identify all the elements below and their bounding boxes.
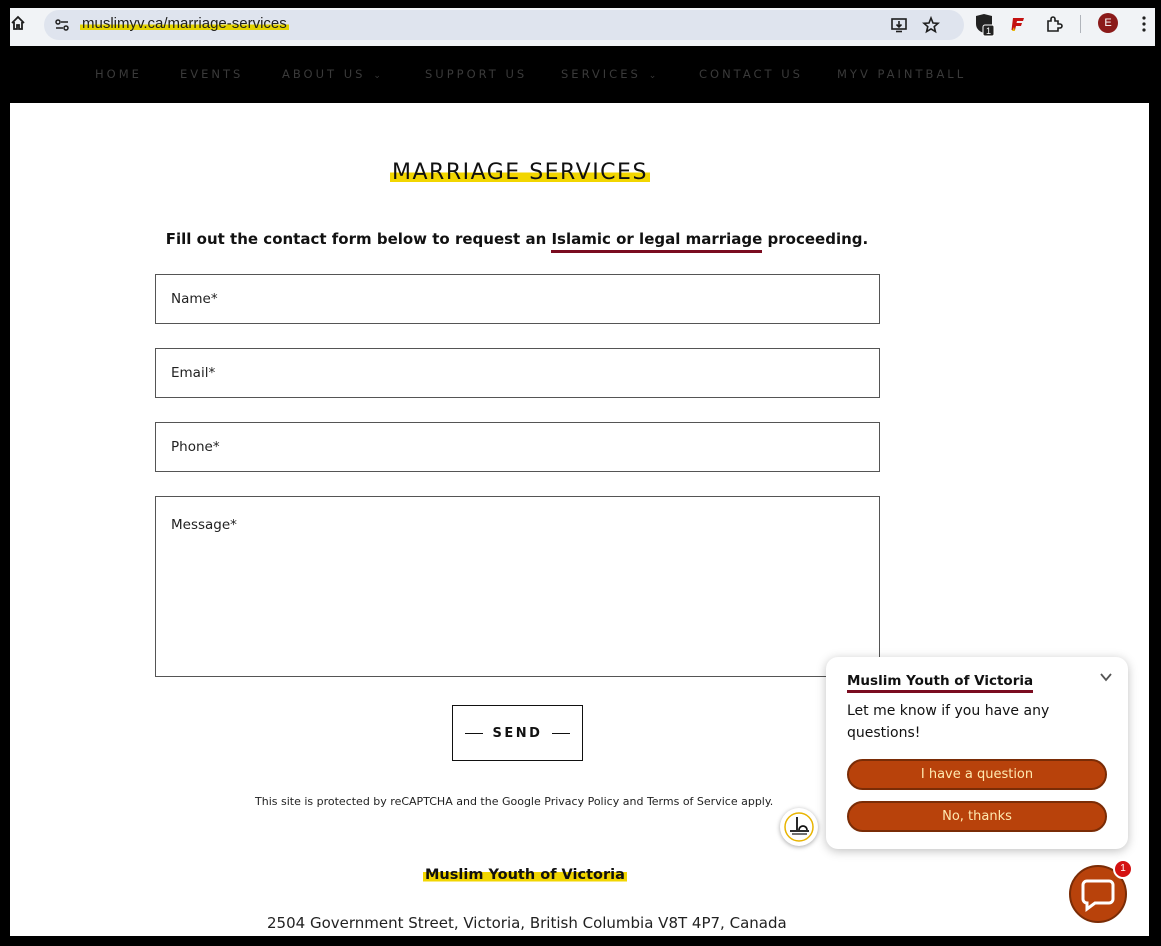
name-field[interactable] bbox=[156, 275, 879, 323]
recaptcha-notice: This site is protected by reCAPTCHA and … bbox=[255, 795, 774, 808]
phone-field-box bbox=[155, 422, 880, 472]
question-button[interactable]: I have a question bbox=[847, 759, 1107, 790]
f-extension-icon[interactable] bbox=[1009, 15, 1027, 33]
unread-badge: 1 bbox=[1113, 859, 1133, 879]
chat-message: Let me know if you have any questions! bbox=[847, 703, 1050, 741]
intro-text: Fill out the contact form below to reque… bbox=[10, 230, 1024, 253]
svg-text:1: 1 bbox=[986, 26, 991, 36]
privacy-policy-link[interactable]: Privacy Policy bbox=[544, 795, 619, 808]
message-field[interactable] bbox=[156, 497, 879, 676]
more-menu-icon[interactable] bbox=[1135, 15, 1153, 33]
url-text[interactable]: muslimyv.ca/marriage-services bbox=[80, 15, 289, 32]
chevron-down-icon[interactable] bbox=[1098, 669, 1114, 685]
extensions-puzzle-icon[interactable] bbox=[1045, 15, 1063, 33]
email-field[interactable] bbox=[156, 349, 879, 397]
chevron-down-icon: ⌄ bbox=[648, 71, 660, 81]
intro-highlight: Islamic or legal marriage bbox=[551, 230, 763, 253]
nav-support-us[interactable]: SUPPORT US bbox=[425, 67, 527, 81]
mosque-logo-icon bbox=[784, 812, 814, 842]
home-icon[interactable] bbox=[10, 15, 26, 31]
nav-services[interactable]: SERVICES ⌄ bbox=[561, 67, 659, 81]
chevron-down-icon: ⌄ bbox=[373, 71, 384, 81]
no-thanks-button[interactable]: No, thanks bbox=[847, 801, 1107, 832]
bookmark-star-icon[interactable] bbox=[922, 16, 940, 34]
nav-home[interactable]: HOME bbox=[95, 67, 142, 81]
toolbar-divider bbox=[1080, 15, 1081, 33]
install-app-icon[interactable] bbox=[890, 16, 908, 34]
footer-address: 2504 Government Street, Victoria, Britis… bbox=[267, 914, 787, 932]
profile-avatar[interactable]: E bbox=[1098, 13, 1118, 33]
site-info-icon[interactable] bbox=[54, 17, 70, 33]
name-field-box bbox=[155, 274, 880, 324]
nav-about-us[interactable]: ABOUT US ⌄ bbox=[282, 67, 384, 81]
footer-org-name: Muslim Youth of Victoria bbox=[423, 867, 627, 883]
browser-toolbar: muslimyv.ca/marriage-services 1 E bbox=[10, 8, 1155, 46]
send-button[interactable]: SEND bbox=[452, 705, 583, 761]
accessibility-button[interactable] bbox=[780, 808, 818, 846]
terms-of-service-link[interactable]: Terms of Service bbox=[647, 795, 738, 808]
email-field-box bbox=[155, 348, 880, 398]
message-field-box bbox=[155, 496, 880, 677]
chat-org-name: Muslim Youth of Victoria bbox=[847, 673, 1034, 693]
send-dash-right bbox=[552, 732, 571, 734]
address-bar[interactable]: muslimyv.ca/marriage-services bbox=[44, 10, 964, 40]
nav-events[interactable]: EVENTS bbox=[180, 67, 243, 81]
shield-extension-icon[interactable]: 1 bbox=[973, 13, 995, 39]
chat-popup: Muslim Youth of Victoria Let me know if … bbox=[826, 657, 1128, 849]
site-nav: HOME EVENTS ABOUT US ⌄ SUPPORT US SERVICE… bbox=[10, 47, 1149, 103]
send-dash-left bbox=[464, 732, 483, 734]
page-title: MARRIAGE SERVICES bbox=[390, 160, 650, 185]
nav-myv-paintball[interactable]: MYV PAINTBALL bbox=[837, 67, 966, 81]
nav-contact-us[interactable]: CONTACT US bbox=[699, 67, 803, 81]
phone-field[interactable] bbox=[156, 423, 879, 471]
send-label: SEND bbox=[492, 725, 543, 741]
